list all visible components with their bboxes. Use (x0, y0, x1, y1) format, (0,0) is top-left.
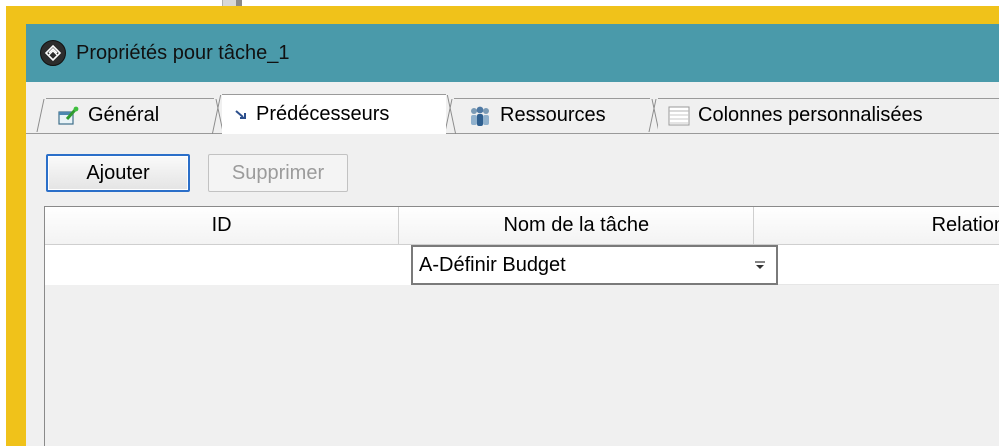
table-columns-icon (668, 106, 690, 126)
tab-resources-label: Ressources (500, 104, 606, 126)
predecessor-arrow-icon (234, 108, 248, 122)
column-header-relation[interactable]: Relation (754, 207, 999, 245)
cell-relation[interactable] (778, 245, 999, 285)
table-header: ID Nom de la tâche Relation (45, 207, 999, 245)
column-header-task-name[interactable]: Nom de la tâche (399, 207, 755, 245)
column-header-id[interactable]: ID (45, 207, 400, 245)
tab-edge (36, 99, 55, 132)
dialog-content: Général Prédécesseurs Ressources Colonne… (26, 82, 999, 446)
predecessors-panel: Ajouter Supprimer ID Nom de la tâche Rel… (26, 133, 999, 446)
resources-people-icon (468, 105, 492, 127)
task-name-value: A-Définir Budget (419, 253, 566, 276)
tab-general[interactable]: Général (36, 98, 224, 132)
title-bar[interactable]: Propriétés pour tâche_1 (26, 24, 999, 82)
tab-custom-columns-label: Colonnes personnalisées (698, 104, 923, 126)
properties-dialog: Propriétés pour tâche_1 Général Prédéces… (6, 6, 999, 446)
cell-id[interactable] (45, 245, 411, 285)
tab-general-label: Général (88, 104, 160, 126)
delete-button[interactable]: Supprimer (208, 154, 348, 192)
app-logo-icon (40, 40, 66, 66)
dropdown-arrow-icon[interactable] (754, 260, 766, 270)
window-title: Propriétés pour tâche_1 (76, 41, 290, 64)
tab-predecessors[interactable]: Prédécesseurs (211, 94, 457, 134)
predecessors-table: ID Nom de la tâche Relation A-Définir Bu… (44, 206, 999, 446)
task-properties-icon (58, 106, 80, 126)
tab-resources[interactable]: Ressources (444, 98, 660, 132)
tab-predecessors-label: Prédécesseurs (256, 103, 390, 125)
table-row[interactable]: A-Définir Budget (45, 245, 999, 285)
add-button[interactable]: Ajouter (46, 154, 190, 192)
task-name-dropdown[interactable]: A-Définir Budget (411, 245, 778, 285)
tab-custom-columns[interactable]: Colonnes personnalisées (648, 98, 999, 132)
tab-strip: Général Prédécesseurs Ressources Colonne… (26, 82, 999, 134)
